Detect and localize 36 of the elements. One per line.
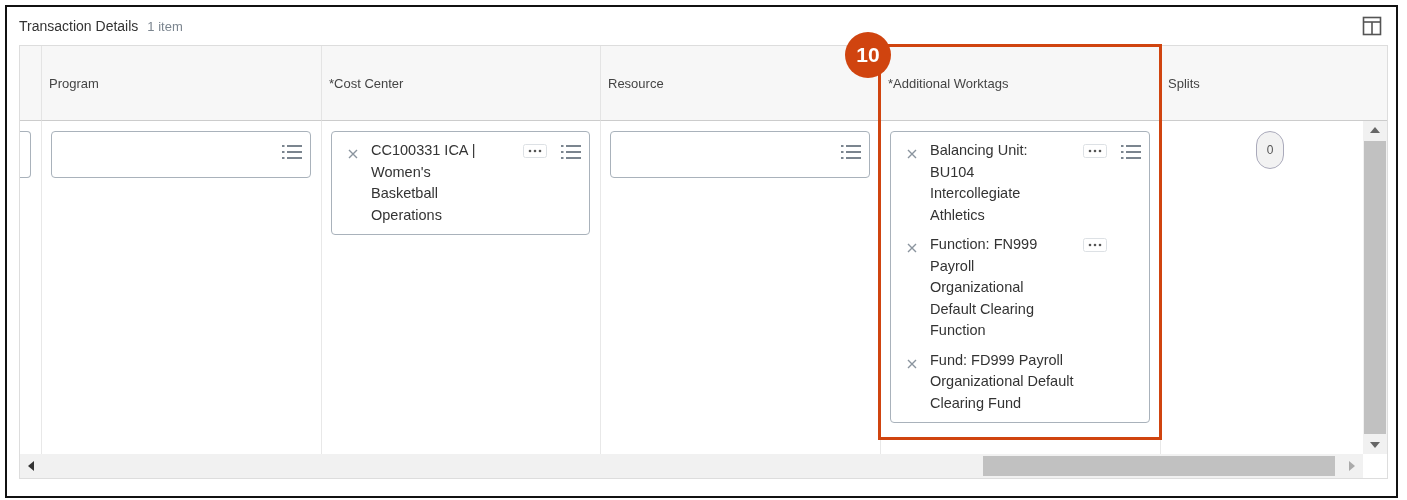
item-count: 1 item [147, 18, 183, 34]
scroll-up-icon[interactable] [1370, 127, 1380, 133]
layout-icon[interactable] [1362, 16, 1382, 36]
scroll-right-icon[interactable] [1349, 461, 1355, 471]
input-field[interactable] [20, 131, 31, 178]
more-icon[interactable] [1083, 144, 1107, 158]
scroll-down-icon[interactable] [1370, 442, 1380, 448]
horizontal-scrollbar[interactable] [20, 454, 1363, 478]
selected-value: CC100331 ICA | Women's Basketball Operations [371, 141, 477, 225]
input-field[interactable] [51, 131, 311, 178]
remove-icon[interactable] [907, 243, 917, 253]
selected-value: Fund: FD999 Payroll Organizational Default Clearing Fund [930, 350, 1075, 413]
column-header: *Cost Center [329, 75, 404, 91]
more-icon[interactable] [1083, 238, 1107, 252]
list-icon[interactable] [282, 144, 302, 160]
column-header: *Additional Worktags [888, 75, 1009, 91]
column-header: Splits [1168, 75, 1200, 91]
input-field[interactable]: Balancing Unit: BU104 Intercollegiate Athletics Function: FN999 Payroll Organizational Default Clearing Function Fund: FD999 Payroll Organizational Default Clearing Fund [890, 131, 1150, 423]
remove-icon[interactable] [348, 149, 358, 159]
more-icon[interactable] [523, 144, 547, 158]
remove-icon[interactable] [907, 149, 917, 159]
step-badge: 10 [845, 32, 891, 78]
input-field[interactable] [610, 131, 870, 178]
list-icon[interactable] [1121, 144, 1141, 160]
splits-count-button[interactable]: 0 [1256, 131, 1284, 169]
column-header: Resource [608, 75, 664, 91]
list-icon[interactable] [841, 144, 861, 160]
section-title: Transaction Details [19, 18, 139, 34]
remove-icon[interactable] [907, 358, 917, 369]
selected-value: Function: FN999 Payroll Organizational Default Clearing Function [930, 235, 1039, 340]
scroll-left-icon[interactable] [28, 461, 34, 471]
selected-value: Balancing Unit: BU104 Intercollegiate Athletics [930, 141, 1029, 225]
input-field[interactable]: CC100331 ICA | Women's Basketball Operations [331, 131, 590, 235]
vertical-scrollbar[interactable] [1363, 121, 1387, 454]
list-icon[interactable] [561, 144, 581, 160]
column-header: Program [49, 75, 99, 91]
